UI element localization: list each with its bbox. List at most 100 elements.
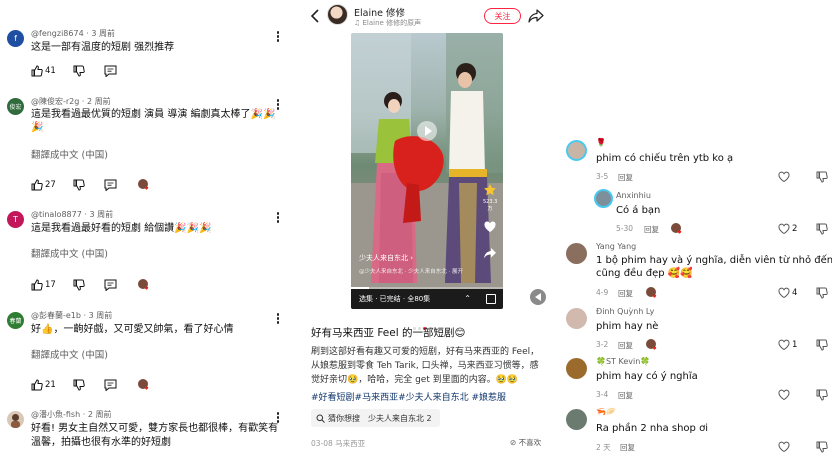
- heart-outline-icon[interactable]: [778, 339, 790, 351]
- suggested-search[interactable]: 猜你想搜 少夫人来自东北 2: [311, 409, 440, 427]
- comment-author[interactable]: 🦐🥟: [596, 407, 616, 416]
- thumbs-down-icon[interactable]: [816, 287, 828, 299]
- reply-button[interactable]: 回复: [644, 224, 659, 235]
- comment-author[interactable]: 🍀ST Kevin🍀: [596, 357, 650, 366]
- suggested-search-keyword[interactable]: 少夫人来自东北 2: [368, 413, 432, 424]
- reply-button[interactable]: 回复: [618, 172, 633, 183]
- thumbs-down-icon[interactable]: [816, 441, 828, 453]
- thumbs-down-icon[interactable]: [816, 339, 828, 351]
- more-options-icon[interactable]: [276, 99, 280, 111]
- avatar[interactable]: [566, 409, 587, 430]
- comment-header: @彭春蘭-e1b · 3 周前: [31, 311, 113, 320]
- comment-time: 4-9: [596, 288, 609, 297]
- comment-author[interactable]: @陳俊宏-r2g: [31, 97, 79, 106]
- thumbs-up-icon[interactable]: [31, 279, 43, 291]
- creator-heart-icon: [646, 339, 657, 350]
- heart-outline-icon[interactable]: [778, 287, 790, 299]
- comment-time: 2 周前: [87, 410, 112, 419]
- drama-tag-link[interactable]: 少夫人来自东北 ›: [359, 253, 413, 263]
- thumbs-down-icon[interactable]: [73, 379, 85, 391]
- heart-outline-icon[interactable]: [778, 441, 790, 453]
- more-options-icon[interactable]: [276, 31, 280, 43]
- heart-outline-icon[interactable]: [778, 389, 790, 401]
- thumbs-up-icon[interactable]: [31, 65, 43, 77]
- more-options-icon[interactable]: [276, 212, 280, 224]
- comment-author[interactable]: Anxinhiu: [616, 191, 651, 200]
- share-arrow-icon[interactable]: [483, 246, 497, 260]
- translate-link[interactable]: 翻譯成中文 (中国): [31, 347, 108, 361]
- thumbs-down-icon[interactable]: [73, 179, 85, 191]
- comment-text: 1 bộ phim hay và ý nghĩa, diễn viên từ n…: [596, 255, 832, 266]
- comment-text: 溫馨，拍攝也很有水準的好短劇: [31, 437, 171, 448]
- comment-actions: 41: [31, 65, 171, 79]
- avatar[interactable]: T: [7, 211, 24, 228]
- video-description[interactable]: @少夫人来自东北 · 少夫人来自东北 · 展开: [359, 267, 463, 275]
- avatar[interactable]: [566, 358, 587, 379]
- dislike-button[interactable]: ⊘ 不喜欢: [510, 437, 541, 448]
- avatar[interactable]: [7, 411, 24, 428]
- author-avatar[interactable]: [327, 4, 348, 25]
- music-label[interactable]: ♫ Elaine 修修的原声: [354, 18, 421, 28]
- comment-text: Ra phần 2 nha shop ơi: [596, 423, 708, 434]
- comment-text: Có á bạn: [616, 205, 661, 216]
- comment-time: 3-5: [596, 172, 609, 181]
- reply-icon[interactable]: [104, 279, 117, 291]
- heart-outline-icon[interactable]: [778, 171, 790, 183]
- fullscreen-icon[interactable]: [486, 294, 496, 304]
- suggested-search-label: 猜你想搜: [328, 413, 360, 423]
- avatar[interactable]: 春蘭: [7, 312, 24, 329]
- thumbs-down-icon[interactable]: [816, 171, 828, 183]
- chevron-up-icon[interactable]: ⌃: [464, 294, 471, 303]
- translate-link[interactable]: 翻譯成中文 (中国): [31, 246, 108, 260]
- play-icon[interactable]: [417, 121, 437, 141]
- comment-header: @陳俊宏-r2g · 2 周前: [31, 97, 111, 106]
- hashtags[interactable]: #好看短剧#马来西亚#少夫人来自东北 #娘惹服: [311, 390, 506, 403]
- comment-author[interactable]: @彭春蘭-e1b: [31, 311, 81, 320]
- reply-button[interactable]: 回复: [618, 340, 633, 351]
- heart-icon[interactable]: [483, 220, 497, 234]
- reply-icon[interactable]: [104, 179, 117, 191]
- comment-time: 2 天: [596, 443, 611, 452]
- reply-button[interactable]: 回复: [618, 390, 633, 401]
- comment-item: Đinh Quỳnh Ly phim hay nè 3-2 回复 1: [560, 306, 832, 354]
- reply-button[interactable]: 回复: [620, 442, 635, 453]
- collapse-arrow-icon[interactable]: [530, 289, 546, 305]
- thumbs-down-icon[interactable]: [73, 65, 85, 77]
- thumbs-down-icon[interactable]: [816, 389, 828, 401]
- comment-author[interactable]: @fengzi8674: [31, 29, 84, 38]
- thumbs-up-icon[interactable]: [31, 179, 43, 191]
- comment-author[interactable]: Đinh Quỳnh Ly: [596, 307, 654, 316]
- follow-button[interactable]: 关注: [484, 8, 521, 24]
- thumbs-down-icon[interactable]: [73, 279, 85, 291]
- avatar[interactable]: f: [7, 30, 24, 47]
- episode-selector-label[interactable]: 选集 · 已完结 · 全80集: [359, 294, 430, 304]
- heart-outline-icon[interactable]: [778, 223, 790, 235]
- comment-author[interactable]: @潘小魚-fish: [31, 410, 80, 419]
- avatar[interactable]: [566, 308, 587, 329]
- comment-author[interactable]: 🌹: [596, 138, 606, 147]
- more-options-icon[interactable]: [276, 313, 280, 325]
- thumbs-down-icon[interactable]: [816, 223, 828, 235]
- note-body-line: 觉好亲切🥹，哈哈，完全 get 到里面的内容。🥹🥹: [311, 375, 519, 385]
- comment-item: Yang Yang 1 bộ phim hay và ý nghĩa, diễn…: [560, 241, 832, 301]
- share-icon[interactable]: [528, 8, 544, 24]
- comment-header: @tinalo8877 · 3 周前: [31, 210, 114, 219]
- video-player[interactable]: 523.3万 少夫人来自东北 › @少夫人来自东北 · 少夫人来自东北 · 展开…: [351, 33, 503, 309]
- back-arrow-icon[interactable]: [309, 8, 321, 24]
- avatar[interactable]: [566, 243, 587, 264]
- comment-item: T @tinalo8877 · 3 周前 這是我看過最好看的短劇 給個讚🎉🎉🎉 …: [0, 209, 292, 294]
- avatar[interactable]: 俊宏: [7, 98, 24, 115]
- author-name[interactable]: Elaine 修修: [354, 5, 405, 19]
- avatar[interactable]: [594, 189, 613, 208]
- comment-time: 3-4: [596, 390, 609, 399]
- comment-author[interactable]: @tinalo8877: [31, 210, 82, 219]
- reply-button[interactable]: 回复: [618, 288, 633, 299]
- avatar[interactable]: [566, 140, 587, 161]
- star-icon[interactable]: [483, 183, 497, 197]
- comment-author[interactable]: Yang Yang: [596, 242, 636, 251]
- reply-icon[interactable]: [104, 65, 117, 77]
- translate-link[interactable]: 翻譯成中文 (中国): [31, 147, 108, 161]
- reply-icon[interactable]: [104, 379, 117, 391]
- thumbs-up-icon[interactable]: [31, 379, 43, 391]
- comment-header: @fengzi8674 · 3 周前: [31, 29, 115, 38]
